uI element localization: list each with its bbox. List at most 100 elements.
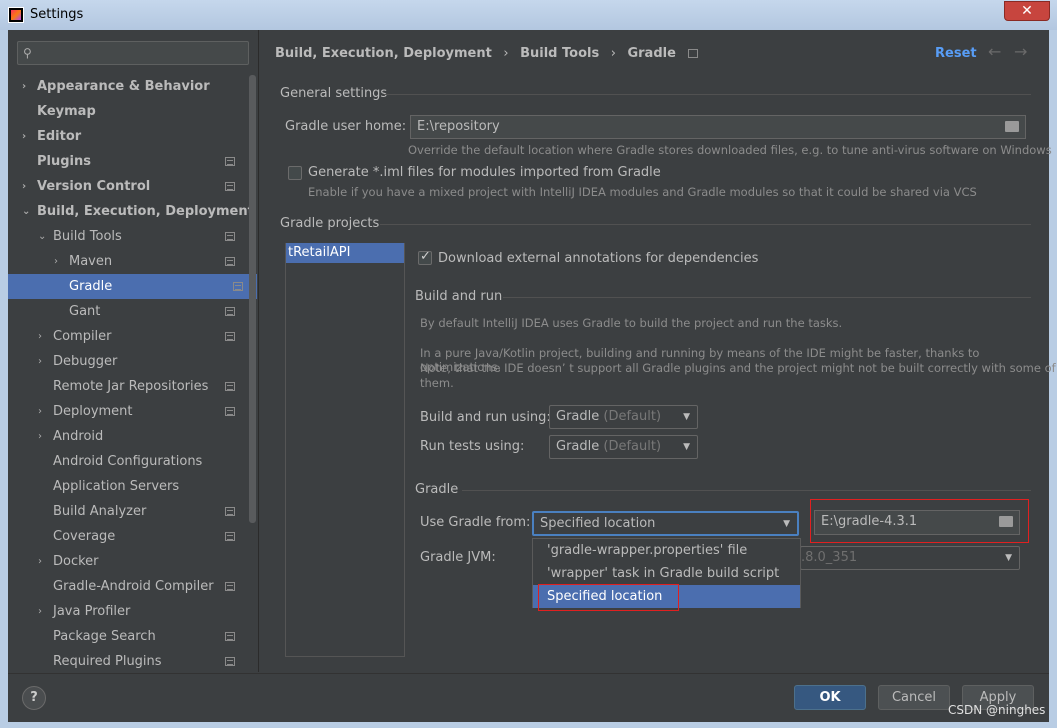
chevron-right-icon: › [54,256,58,267]
sidebar-item-coverage[interactable]: Coverage [8,524,249,549]
sidebar-item-label: Plugins [37,154,91,169]
title-bar: Settings ✕ [0,0,1057,30]
gradle-user-home-label: Gradle user home: [285,119,407,134]
project-scope-icon [225,157,235,166]
sidebar-item-label: Appearance & Behavior [37,79,210,94]
select-default-suffix: (Default) [603,439,662,454]
chevron-right-icon: › [38,556,42,567]
sidebar-item-docker[interactable]: › Docker [8,549,249,574]
sidebar-item-gradle[interactable]: Gradle [8,274,257,299]
forward-arrow-icon[interactable]: → [1014,42,1027,61]
breadcrumb-item[interactable]: Build Tools [520,46,599,61]
sidebar-item-compiler[interactable]: › Compiler [8,324,249,349]
section-separator [462,490,1031,491]
download-annotations-checkbox[interactable] [418,249,432,265]
sidebar-item-build-execution-deployment[interactable]: ⌄ Build, Execution, Deployment [8,199,254,224]
sidebar-item-gant[interactable]: Gant [8,299,249,324]
folder-icon[interactable] [999,516,1013,527]
project-scope-icon [688,49,699,58]
sidebar-item-required-plugins[interactable]: Required Plugins [8,649,249,674]
sidebar-item-label: Deployment [53,404,133,419]
chevron-right-icon: › [22,81,27,92]
sidebar-item-debugger[interactable]: › Debugger [8,349,249,374]
reset-link[interactable]: Reset [935,44,977,64]
sidebar-item-label: Java Profiler [53,604,131,619]
section-separator [380,224,1031,225]
dropdown-option[interactable]: 'wrapper' task in Gradle build script [533,562,800,585]
sidebar-item-editor[interactable]: › Editor [8,124,249,149]
chevron-right-icon: › [38,356,42,367]
sidebar-item-label: Version Control [37,179,151,194]
gradle-location-field[interactable]: E:\gradle-4.3.1 [814,510,1020,535]
dropdown-arrow-icon: ▼ [683,412,690,422]
build-run-description: By default IntelliJ IDEA uses Gradle to … [420,316,843,330]
sidebar-item-label: Remote Jar Repositories [53,379,209,394]
sidebar-item-keymap[interactable]: Keymap [8,99,249,124]
sidebar-item-build-analyzer[interactable]: Build Analyzer [8,499,249,524]
sidebar-item-application-servers[interactable]: Application Servers [8,474,249,499]
sidebar-divider[interactable] [258,30,259,672]
sidebar-item-label: Keymap [37,104,96,119]
section-separator [503,297,1031,298]
window-frame-left [0,30,8,728]
sidebar-item-label: Compiler [53,329,112,344]
search-input[interactable]: ⚲ [17,41,249,65]
sidebar-scrollbar[interactable] [249,75,256,523]
watermark: CSDN @ninghes [948,703,1046,717]
project-scope-icon [225,582,235,591]
sidebar-item-label: Application Servers [53,479,180,494]
cancel-button[interactable]: Cancel [878,685,950,710]
sidebar-item-version-control[interactable]: › Version Control [8,174,249,199]
breadcrumb-separator: › [503,46,509,61]
sidebar-item-package-search[interactable]: Package Search [8,624,249,649]
sidebar-item-maven[interactable]: › Maven [8,249,249,274]
generate-iml-checkbox[interactable] [288,166,302,180]
sidebar-item-label: Gant [69,304,101,319]
sidebar-item-gradle-android-compiler[interactable]: Gradle-Android Compiler [8,574,249,599]
window-frame-bottom [0,722,1057,728]
breadcrumb-separator: › [610,46,616,61]
project-scope-icon [225,307,235,316]
sidebar-item-plugins[interactable]: Plugins [8,149,249,174]
generate-iml-label: Generate *.iml files for modules importe… [308,165,661,180]
sidebar-item-android[interactable]: › Android [8,424,249,449]
gradle-section-title: Gradle [415,482,459,497]
sidebar-item-deployment[interactable]: › Deployment [8,399,249,424]
project-scope-icon [225,507,235,516]
sidebar-item-label: Android Configurations [53,454,203,469]
sidebar-item-android-configurations[interactable]: Android Configurations [8,449,249,474]
gradle-projects-list[interactable] [285,243,405,657]
sidebar-item-label: Gradle [69,279,113,294]
run-tests-using-select[interactable]: Gradle (Default) ▼ [549,435,698,459]
sidebar-item-label: Package Search [53,629,156,644]
gradle-user-home-field[interactable]: E:\repository [410,115,1026,139]
sidebar-item-remote-jar-repositories[interactable]: Remote Jar Repositories [8,374,249,399]
back-arrow-icon[interactable]: ← [988,42,1001,61]
sidebar-item-build-tools[interactable]: ⌄ Build Tools [8,224,249,249]
project-scope-icon [225,407,235,416]
project-scope-icon [225,657,235,666]
chevron-right-icon: › [38,331,42,342]
dropdown-arrow-icon: ▼ [1005,553,1012,563]
build-run-note-line3: them. [420,376,454,390]
use-gradle-from-select[interactable]: Specified location ▼ [532,511,799,536]
sidebar-item-appearance[interactable]: › Appearance & Behavior [8,74,249,99]
folder-icon[interactable] [1005,121,1019,132]
sidebar-item-java-profiler[interactable]: › Java Profiler [8,599,249,624]
project-scope-icon [225,632,235,641]
breadcrumb-item[interactable]: Build, Execution, Deployment [275,46,492,61]
gradle-jvm-select[interactable]: .8.0_351 ▼ [800,546,1020,570]
build-and-run-title: Build and run [415,289,503,304]
chevron-right-icon: › [22,181,27,192]
project-list-item[interactable]: tRetailAPI [286,243,404,263]
ok-button[interactable]: OK [794,685,866,710]
intellij-logo-icon [8,7,24,23]
help-button[interactable]: ? [22,686,46,710]
sidebar-item-label: Build, Execution, Deployment [37,204,254,219]
build-run-using-select[interactable]: Gradle (Default) ▼ [549,405,698,429]
dropdown-option[interactable]: 'gradle-wrapper.properties' file [533,539,800,562]
sidebar-item-label: Debugger [53,354,118,369]
dropdown-arrow-icon: ▼ [683,442,690,452]
close-button[interactable]: ✕ [1004,1,1050,21]
gradle-jvm-label: Gradle JVM: [420,550,496,565]
